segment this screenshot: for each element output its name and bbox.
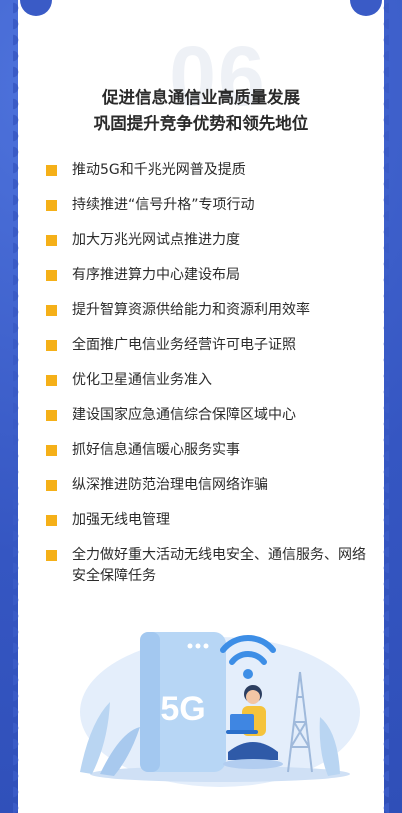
- corner-notch: [350, 0, 382, 16]
- list-item: 纵深推进防范治理电信网络诈骗: [46, 475, 366, 496]
- list-item-text: 提升智算资源供给能力和资源利用效率: [72, 302, 310, 318]
- list-item: 全面推广电信业务经营许可电子证照: [46, 335, 366, 356]
- square-bullet-icon: [46, 235, 57, 246]
- list-item: 有序推进算力中心建设布局: [46, 265, 366, 286]
- list-item-text: 持续推进“信号升格”专项行动: [72, 197, 255, 213]
- phone-5g-label: 5G: [160, 690, 205, 728]
- list-item-text: 推动5G和千兆光网普及提质: [72, 162, 246, 178]
- square-bullet-icon: [46, 165, 57, 176]
- list-item: 加强无线电管理: [46, 510, 366, 531]
- list-item: 持续推进“信号升格”专项行动: [46, 195, 366, 216]
- list-item-text: 纵深推进防范治理电信网络诈骗: [72, 477, 268, 493]
- list-item: 抓好信息通信暖心服务实事: [46, 440, 366, 461]
- list-item-text: 加强无线电管理: [72, 512, 170, 528]
- square-bullet-icon: [46, 515, 57, 526]
- measures-list: 推动5G和千兆光网普及提质 持续推进“信号升格”专项行动 加大万兆光网试点推进力…: [46, 160, 366, 587]
- list-item: 全力做好重大活动无线电安全、通信服务、网络安全保障任务: [46, 545, 366, 587]
- square-bullet-icon: [46, 270, 57, 281]
- list-item-text: 优化卫星通信业务准入: [72, 372, 212, 388]
- content-card: 06 促进信息通信业高质量发展 巩固提升竞争优势和领先地位 推动5G和千兆光网普…: [13, 0, 389, 813]
- list-item: 加大万兆光网试点推进力度: [46, 230, 366, 251]
- list-item: 提升智算资源供给能力和资源利用效率: [46, 300, 366, 321]
- square-bullet-icon: [46, 305, 57, 316]
- list-item-text: 建设国家应急通信综合保障区域中心: [72, 407, 296, 423]
- square-bullet-icon: [46, 340, 57, 351]
- square-bullet-icon: [46, 375, 57, 386]
- 5g-illustration: 5G: [80, 632, 360, 787]
- square-bullet-icon: [46, 480, 57, 491]
- corner-notch: [20, 0, 52, 16]
- title-line-1: 促进信息通信业高质量发展: [102, 88, 300, 107]
- square-bullet-icon: [46, 200, 57, 211]
- list-item-text: 抓好信息通信暖心服务实事: [72, 442, 240, 458]
- title-line-2: 巩固提升竞争优势和领先地位: [93, 114, 309, 133]
- list-item-text: 有序推进算力中心建设布局: [72, 267, 240, 283]
- list-item-text: 加大万兆光网试点推进力度: [72, 232, 240, 248]
- list-item: 优化卫星通信业务准入: [46, 370, 366, 391]
- square-bullet-icon: [46, 445, 57, 456]
- list-item-text: 全力做好重大活动无线电安全、通信服务、网络安全保障任务: [72, 547, 366, 584]
- list-item: 建设国家应急通信综合保障区域中心: [46, 405, 366, 426]
- list-item: 推动5G和千兆光网普及提质: [46, 160, 366, 181]
- square-bullet-icon: [46, 550, 57, 561]
- list-item-text: 全面推广电信业务经营许可电子证照: [72, 337, 296, 353]
- square-bullet-icon: [46, 410, 57, 421]
- laptop-icon: [230, 714, 254, 732]
